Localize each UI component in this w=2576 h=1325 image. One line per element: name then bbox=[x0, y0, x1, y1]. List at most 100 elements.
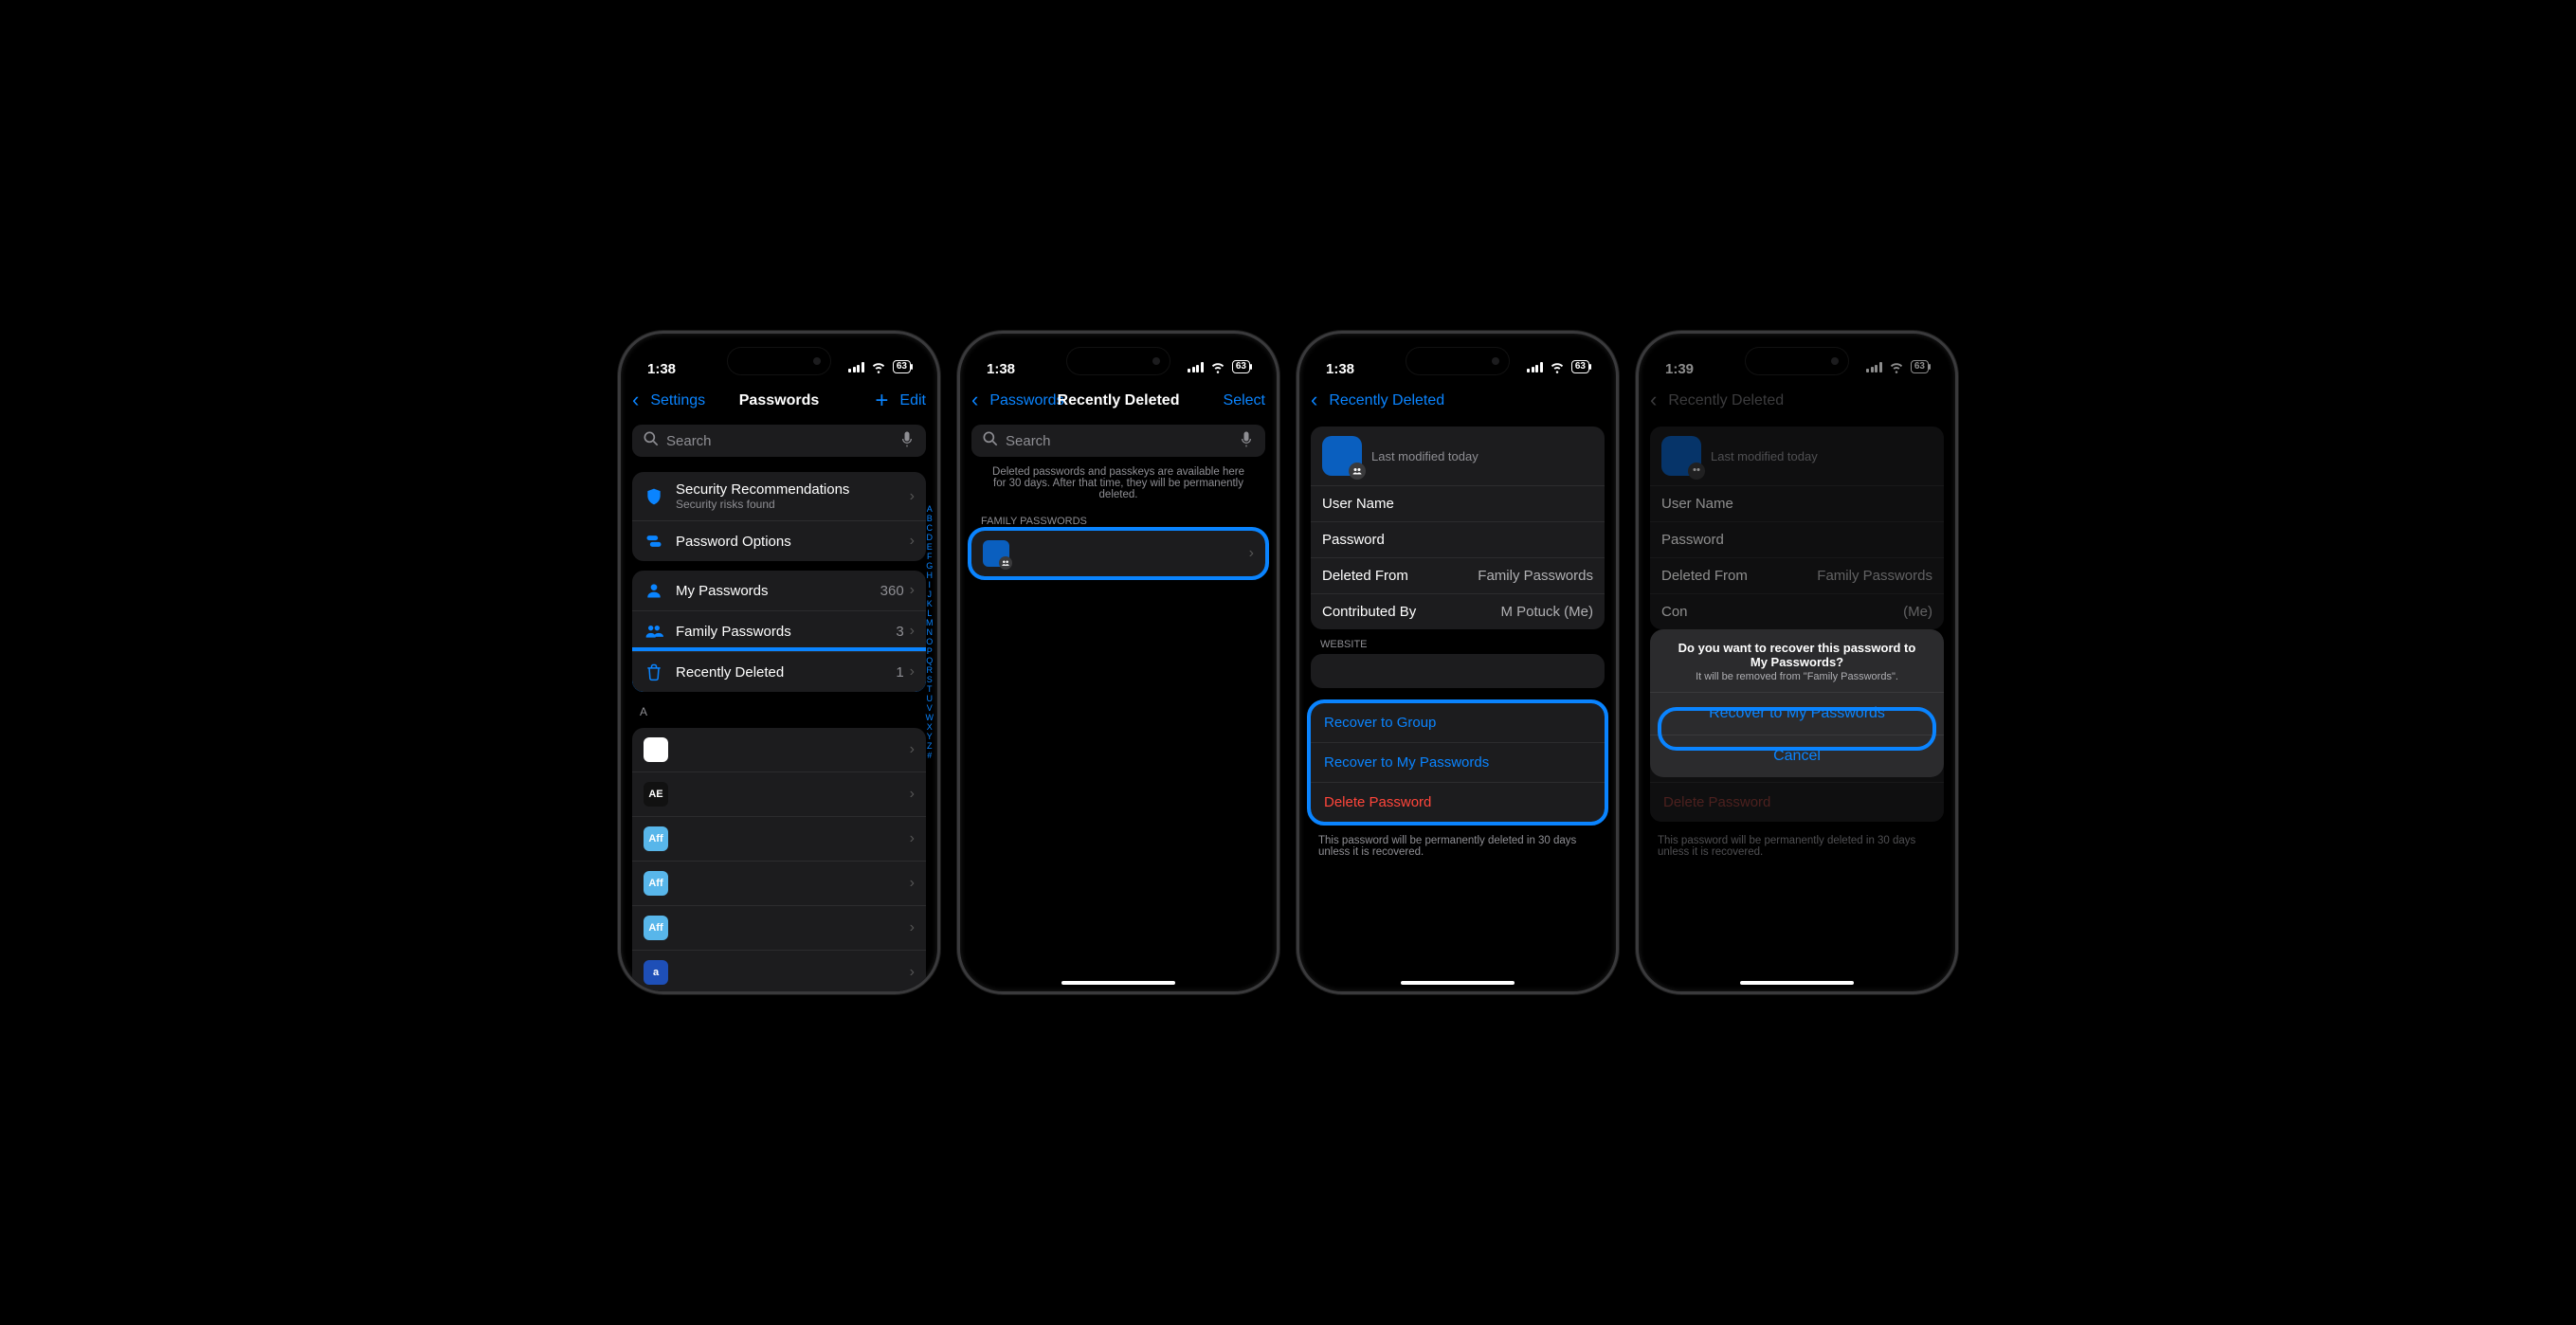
password-row[interactable]: AE› bbox=[632, 771, 926, 816]
password-row[interactable]: Aff › bbox=[632, 861, 926, 905]
dynamic-island bbox=[1745, 347, 1849, 375]
index-letter[interactable]: L bbox=[927, 608, 932, 618]
mic-icon[interactable] bbox=[1237, 429, 1256, 452]
chevron-left-icon: ‹ bbox=[971, 388, 978, 412]
app-icon bbox=[1661, 436, 1701, 476]
recover-to-group-button[interactable]: Recover to Group bbox=[1311, 703, 1605, 742]
chevron-right-icon: › bbox=[910, 623, 915, 640]
search-icon bbox=[981, 429, 1000, 452]
index-letter[interactable]: K bbox=[927, 599, 933, 608]
contributed-by-row: Con(Me) bbox=[1650, 593, 1944, 629]
status-time: 1:39 bbox=[1665, 361, 1694, 377]
index-letter[interactable]: R bbox=[927, 665, 934, 675]
dynamic-island bbox=[1406, 347, 1510, 375]
index-letter[interactable]: V bbox=[927, 703, 933, 713]
index-letter[interactable]: Y bbox=[927, 732, 933, 741]
delete-password-button: Delete Password bbox=[1650, 782, 1944, 822]
edit-button[interactable]: Edit bbox=[899, 392, 926, 409]
nav-bar: ‹ Passwords Recently Deleted Select bbox=[960, 381, 1277, 421]
deleted-password-row[interactable]: › bbox=[971, 531, 1265, 576]
add-button[interactable]: + bbox=[875, 388, 888, 414]
select-button[interactable]: Select bbox=[1224, 392, 1265, 409]
deleted-from-row: Deleted FromFamily Passwords bbox=[1650, 557, 1944, 593]
shared-badge-icon bbox=[1688, 463, 1705, 480]
my-passwords-row[interactable]: My Passwords 360› bbox=[632, 571, 926, 610]
search-field[interactable]: Search bbox=[971, 425, 1265, 457]
toggle-icon bbox=[644, 531, 664, 552]
index-letter[interactable]: # bbox=[927, 751, 932, 760]
app-icon: Aff bbox=[644, 871, 668, 896]
index-letter[interactable]: H bbox=[927, 571, 934, 580]
sheet-cancel-button[interactable]: Cancel bbox=[1650, 735, 1944, 777]
shared-badge-icon bbox=[999, 556, 1012, 570]
chevron-right-icon: › bbox=[910, 919, 915, 936]
secrec-title: Security Recommendations bbox=[676, 481, 849, 498]
index-letter[interactable]: I bbox=[928, 580, 931, 590]
index-letter[interactable]: M bbox=[926, 618, 934, 627]
back-button[interactable]: ‹ Passwords bbox=[971, 389, 1064, 413]
mic-icon[interactable] bbox=[898, 429, 916, 452]
app-icon: Aff bbox=[644, 826, 668, 851]
back-label: Recently Deleted bbox=[1329, 392, 1444, 409]
search-icon bbox=[642, 429, 661, 452]
index-letter[interactable]: A bbox=[927, 504, 933, 514]
back-label: Settings bbox=[650, 392, 705, 409]
back-label: Recently Deleted bbox=[1668, 392, 1784, 409]
back-button[interactable]: ‹ Recently Deleted bbox=[1311, 389, 1444, 413]
security-recommendations-row[interactable]: Security Recommendations Security risks … bbox=[632, 472, 926, 520]
username-row: User Name bbox=[1650, 485, 1944, 521]
index-letter[interactable]: D bbox=[927, 533, 934, 542]
index-letter[interactable]: W bbox=[926, 713, 934, 722]
index-letter[interactable]: J bbox=[928, 590, 933, 599]
password-list: ›AE›Aff›Aff›Aff›a› bbox=[632, 728, 926, 991]
index-letter[interactable]: E bbox=[927, 542, 933, 552]
home-indicator[interactable] bbox=[1061, 981, 1175, 985]
back-label: Passwords bbox=[989, 392, 1063, 409]
recently-deleted-row[interactable]: Recently Deleted 1› bbox=[632, 651, 926, 692]
index-letter[interactable]: B bbox=[927, 514, 933, 523]
index-letter[interactable]: S bbox=[927, 675, 933, 684]
chevron-right-icon: › bbox=[910, 488, 915, 505]
index-letter[interactable]: P bbox=[927, 646, 933, 656]
index-letter[interactable]: T bbox=[927, 684, 933, 694]
password-row[interactable]: Password bbox=[1311, 521, 1605, 557]
chevron-right-icon: › bbox=[910, 786, 915, 803]
password-options-row[interactable]: Password Options › bbox=[632, 520, 926, 561]
password-row[interactable]: Aff› bbox=[632, 816, 926, 861]
home-indicator[interactable] bbox=[1401, 981, 1515, 985]
password-row: Password bbox=[1650, 521, 1944, 557]
index-letter[interactable]: U bbox=[927, 694, 934, 703]
mypw-count: 360 bbox=[880, 583, 904, 599]
index-letter[interactable]: O bbox=[926, 637, 933, 646]
search-field[interactable]: Search bbox=[632, 425, 926, 457]
index-letter[interactable]: Q bbox=[926, 656, 933, 665]
sheet-recover-button[interactable]: Recover to My Passwords bbox=[1650, 692, 1944, 735]
index-letter[interactable]: N bbox=[927, 627, 934, 637]
index-letter[interactable]: F bbox=[927, 552, 933, 561]
password-row[interactable]: › bbox=[632, 728, 926, 771]
chevron-right-icon: › bbox=[910, 741, 915, 758]
wifi-icon bbox=[869, 356, 888, 377]
wifi-icon bbox=[1887, 356, 1906, 377]
section-header-a: A bbox=[621, 699, 937, 720]
index-letter[interactable]: G bbox=[926, 561, 933, 571]
family-passwords-row[interactable]: Family Passwords 3› bbox=[632, 610, 926, 651]
index-letter[interactable]: C bbox=[927, 523, 934, 533]
status-time: 1:38 bbox=[647, 361, 676, 377]
battery-icon: 63 bbox=[893, 360, 911, 373]
index-letter[interactable]: Z bbox=[927, 741, 933, 751]
password-row[interactable]: Aff› bbox=[632, 905, 926, 950]
username-row[interactable]: User Name bbox=[1311, 485, 1605, 521]
app-icon bbox=[644, 737, 668, 762]
recover-to-my-passwords-button[interactable]: Recover to My Passwords bbox=[1311, 742, 1605, 782]
chevron-right-icon: › bbox=[910, 875, 915, 892]
home-indicator[interactable] bbox=[1740, 981, 1854, 985]
back-button[interactable]: ‹ Settings bbox=[632, 389, 705, 413]
group-header: FAMILY PASSWORDS bbox=[960, 506, 1277, 531]
website-row[interactable] bbox=[1311, 654, 1605, 688]
chevron-left-icon: ‹ bbox=[632, 388, 639, 412]
password-row[interactable]: a› bbox=[632, 950, 926, 991]
index-letter[interactable]: X bbox=[927, 722, 933, 732]
alphabet-index[interactable]: ABCDEFGHIJKLMNOPQRSTUVWXYZ# bbox=[926, 504, 934, 760]
delete-password-button[interactable]: Delete Password bbox=[1311, 782, 1605, 822]
